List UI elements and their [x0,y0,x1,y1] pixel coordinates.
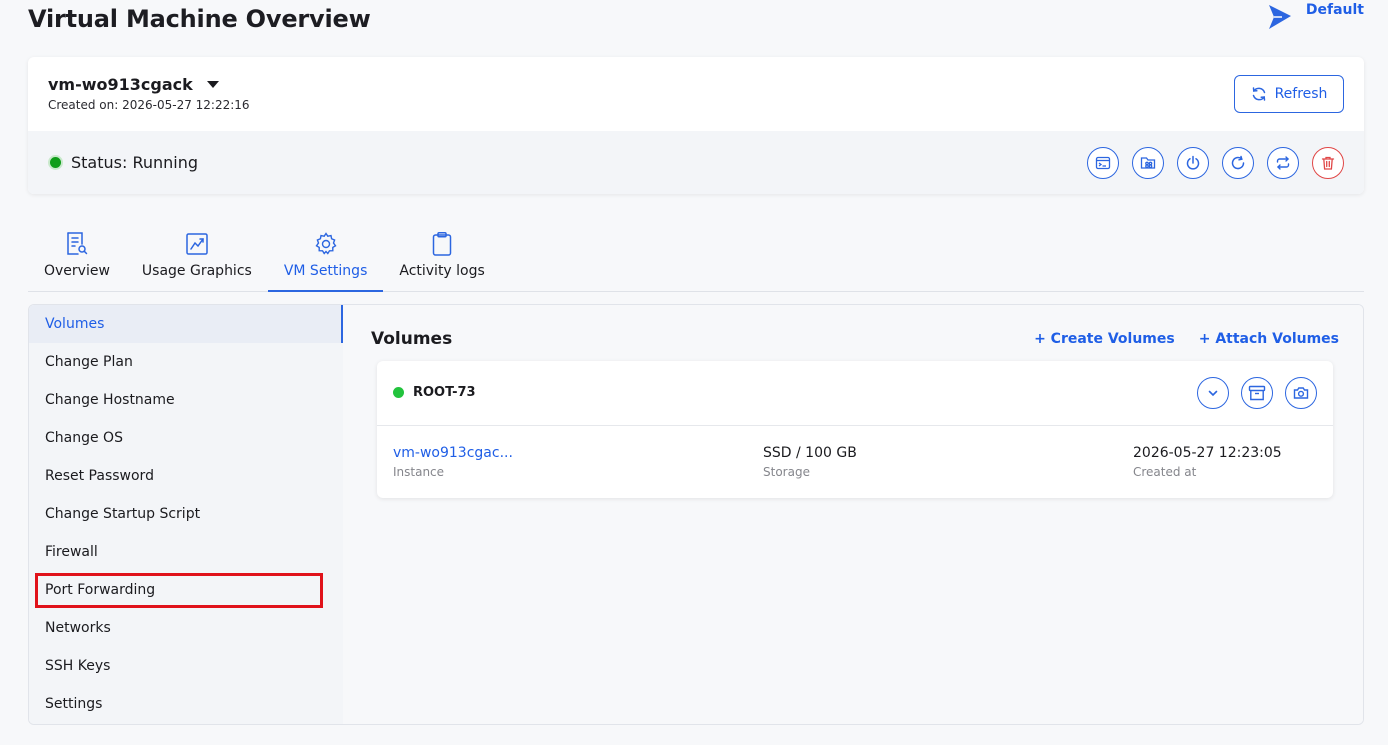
tab-usage-graphics-label: Usage Graphics [141,263,252,279]
snapshot-volume-button[interactable] [1285,377,1317,409]
volumes-title: Volumes [371,329,453,349]
vm-actions [1087,147,1344,179]
volume-created-label: Created at [1133,465,1197,479]
tab-overview[interactable]: Overview [28,224,126,291]
volume-card: ROOT-73 vm-wo913cgac... Instance SSD / 1… [377,361,1333,498]
vm-status: Status: Running [48,153,198,172]
gear-icon [315,232,337,255]
caret-down-icon [206,81,219,88]
tab-usage-graphics[interactable]: Usage Graphics [126,224,268,291]
power-icon [1186,155,1200,170]
vm-tabs: Overview Usage Graphics VM Settings Acti… [28,224,1364,292]
sidebar-item-port-forwarding[interactable]: Port Forwarding [35,572,323,608]
volume-created-value: 2026-05-27 12:23:05 [1133,445,1282,461]
status-text: Status: Running [71,153,199,172]
vm-selector[interactable]: vm-wo913cgack [48,75,219,94]
camera-icon [1293,387,1309,399]
vm-summary-card: vm-wo913cgack Created on: 2026-05-27 12:… [28,57,1364,194]
status-indicator [48,155,63,170]
refresh-label: Refresh [1274,86,1328,102]
console-button[interactable] [1087,147,1119,179]
expand-volume-button[interactable] [1197,377,1229,409]
volume-instance-link[interactable]: vm-wo913cgac... [393,445,513,461]
console-icon [1095,156,1111,170]
volume-instance-label: Instance [393,465,445,479]
page-title: Virtual Machine Overview [28,5,371,33]
file-manager-button[interactable] [1132,147,1164,179]
chart-icon [186,233,208,255]
clipboard-icon [432,232,452,256]
sidebar-item-change-startup-script[interactable]: Change Startup Script [29,495,343,533]
trash-icon [1321,156,1335,170]
reboot-button[interactable] [1222,147,1254,179]
volume-name: ROOT-73 [393,385,476,400]
settings-panel: Volumes Change Plan Change Hostname Chan… [28,304,1364,725]
swap-button[interactable] [1267,147,1299,179]
volume-instance: vm-wo913cgac... Instance [393,445,513,479]
sidebar-item-networks[interactable]: Networks [29,609,343,647]
project-label: Default [1305,2,1364,18]
volumes-content: Volumes + Create Volumes + Attach Volume… [343,305,1363,724]
create-volumes-link[interactable]: + Create Volumes [1034,331,1175,347]
volume-storage-value: SSD / 100 GB [763,445,857,461]
archive-icon [1248,385,1266,401]
file-manager-icon [1140,157,1156,169]
sidebar-item-reset-password[interactable]: Reset Password [29,457,343,495]
settings-sidebar: Volumes Change Plan Change Hostname Chan… [29,305,343,724]
vm-name: vm-wo913cgack [48,75,193,94]
volume-created: 2026-05-27 12:23:05 Created at [1133,445,1282,479]
volume-status-dot [393,387,404,398]
archive-volume-button[interactable] [1241,377,1273,409]
tab-activity-logs[interactable]: Activity logs [383,224,500,291]
sidebar-item-change-plan[interactable]: Change Plan [29,343,343,381]
tab-overview-label: Overview [44,263,110,279]
vm-created-date: Created on: 2026-05-27 12:22:16 [48,98,250,112]
chevron-down-icon [1208,390,1218,397]
volume-actions [1197,377,1317,409]
sidebar-item-volumes[interactable]: Volumes [29,305,343,343]
tab-vm-settings[interactable]: VM Settings [267,224,384,292]
refresh-button[interactable]: Refresh [1234,75,1344,113]
tab-vm-settings-label: VM Settings [283,263,368,279]
sidebar-item-change-hostname[interactable]: Change Hostname [29,381,343,419]
sidebar-item-firewall[interactable]: Firewall [29,533,343,571]
swap-icon [1276,156,1290,170]
volume-storage: SSD / 100 GB Storage [763,445,857,479]
attach-volumes-link[interactable]: + Attach Volumes [1199,331,1339,347]
volume-storage-label: Storage [763,465,810,479]
refresh-icon [1252,87,1265,101]
volume-name-text: ROOT-73 [413,385,476,400]
project-switcher[interactable]: Default [1268,2,1364,30]
sidebar-item-ssh-keys[interactable]: SSH Keys [29,647,343,685]
sidebar-item-change-os[interactable]: Change OS [29,419,343,457]
document-search-icon [67,232,88,255]
reboot-icon [1231,155,1245,170]
volumes-actions: + Create Volumes + Attach Volumes [1034,331,1339,347]
tab-activity-logs-label: Activity logs [399,263,485,279]
sidebar-item-settings[interactable]: Settings [29,685,343,723]
power-button[interactable] [1177,147,1209,179]
send-icon [1268,5,1291,29]
delete-button[interactable] [1312,147,1344,179]
